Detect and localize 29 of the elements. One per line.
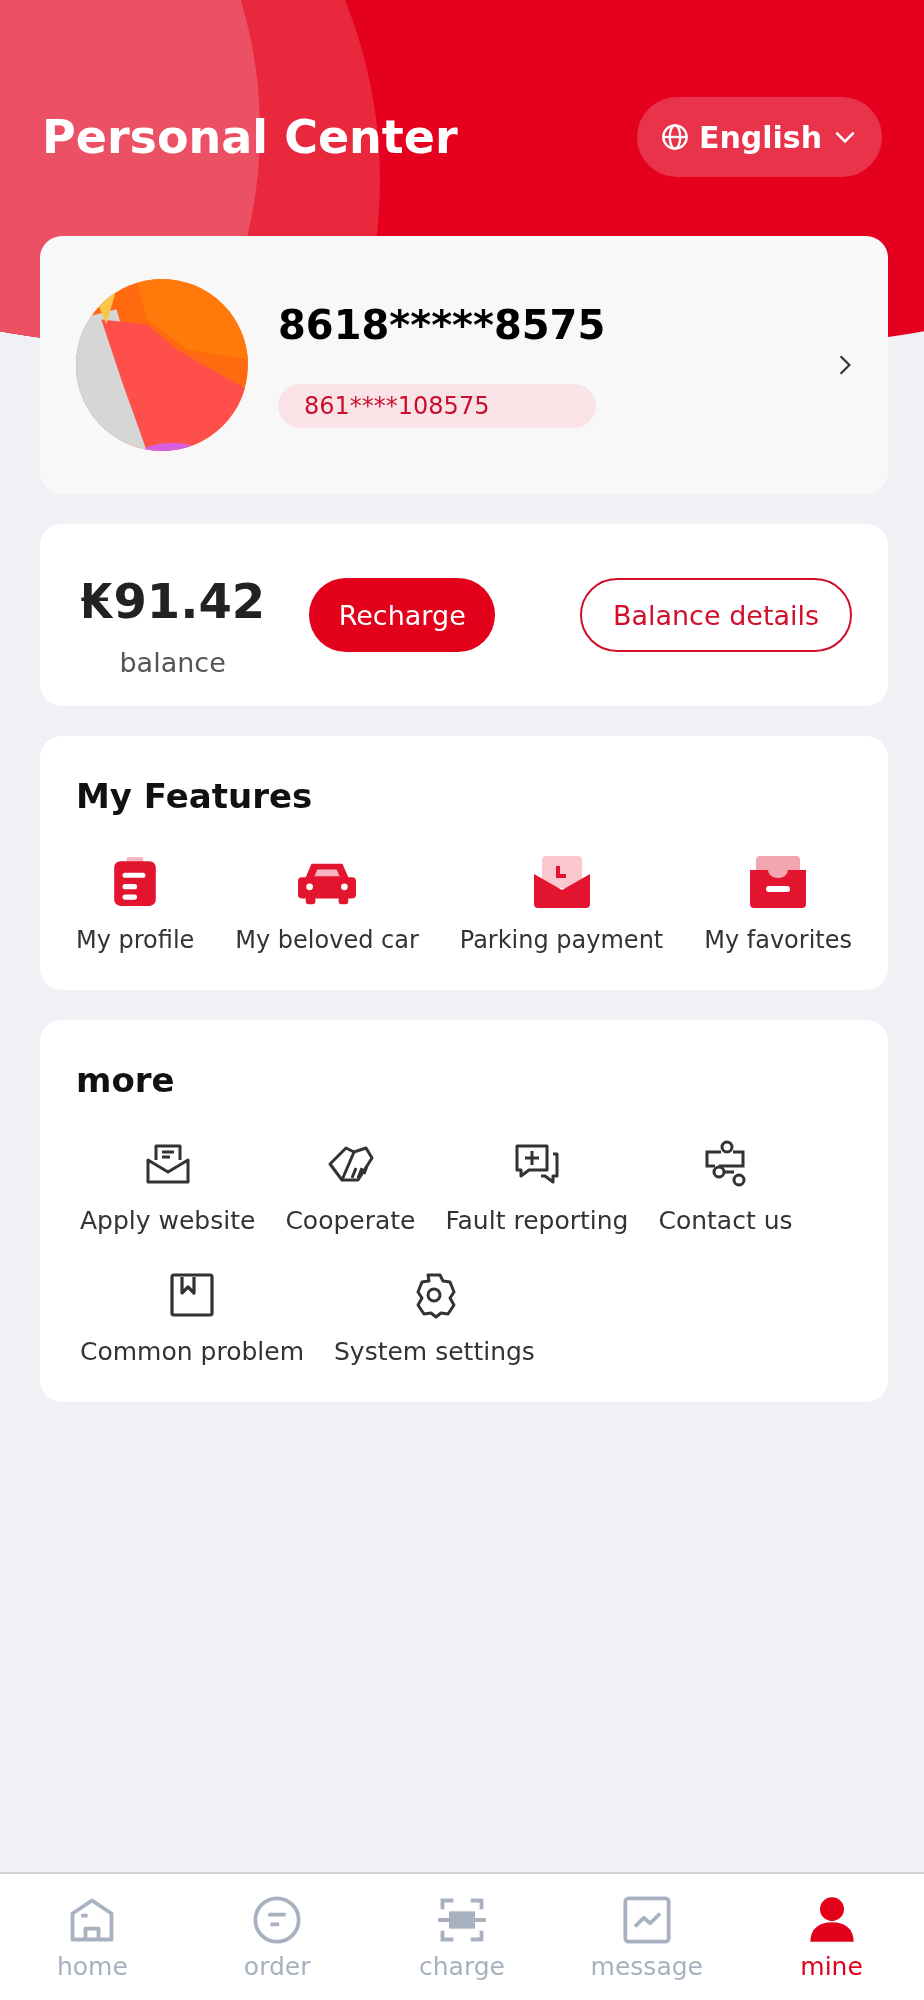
feature-item[interactable]: My favorites <box>704 856 852 954</box>
menu-item[interactable]: Apply website <box>80 1140 256 1235</box>
balance-amount: ₭91.42 <box>80 572 266 629</box>
user-name: 8618*****8575 <box>278 302 607 348</box>
language-selector[interactable]: English <box>636 97 882 177</box>
balance-details-button[interactable]: Balance details <box>580 578 852 652</box>
feature-item[interactable]: Parking payment <box>459 856 664 954</box>
envelope-icon <box>532 856 591 908</box>
tray-icon <box>749 856 808 908</box>
menu-item[interactable]: System settings <box>334 1271 535 1366</box>
profile-card[interactable]: 8618*****8575 861****108575 <box>40 236 888 494</box>
feature-item[interactable]: My profile <box>76 856 195 954</box>
chart-icon <box>620 1893 673 1946</box>
menu-item[interactable]: Contact us <box>658 1140 793 1235</box>
recharge-button[interactable]: Recharge <box>309 578 496 652</box>
feature-item[interactable]: My beloved car <box>235 856 419 954</box>
menu-item[interactable]: Fault reporting <box>445 1140 629 1235</box>
account-tag: 861****108575 <box>278 384 596 428</box>
bookmark-box-icon <box>168 1271 216 1319</box>
section-title: My Features <box>76 776 314 816</box>
globe-icon <box>660 123 689 151</box>
section-title: more <box>76 1060 176 1100</box>
menu-item[interactable]: Common problem <box>80 1271 304 1366</box>
menu-item[interactable]: Cooperate <box>285 1140 416 1235</box>
tab[interactable]: mine <box>771 1893 892 1981</box>
chevron-right-icon <box>838 354 852 376</box>
list-circle-icon <box>251 1893 304 1946</box>
page-title: Personal Center <box>42 110 458 164</box>
balance-label: balance <box>119 646 226 678</box>
